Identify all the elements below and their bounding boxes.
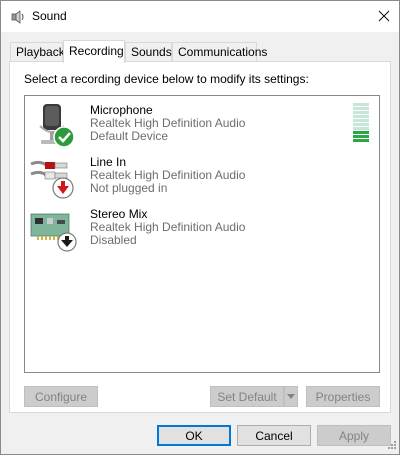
tab-communications[interactable]: Communications [172,42,267,61]
window-title: Sound [32,9,67,23]
level-meter-segment [353,131,369,134]
level-meter-segment [353,103,369,106]
device-list[interactable]: Microphone Realtek High Definition Audio… [24,95,380,373]
cancel-label: Cancel [255,428,293,443]
device-item-microphone[interactable]: Microphone Realtek High Definition Audio… [25,98,379,150]
device-name: Line In [90,155,127,169]
level-meter-segment [353,107,369,110]
configure-button[interactable]: Configure [24,386,98,407]
level-meter-segment [353,111,369,114]
speaker-icon [11,10,24,24]
recording-panel: Select a recording device below to modif… [9,61,391,413]
device-status: Disabled [90,233,137,247]
microphone-icon [39,104,75,148]
device-description: Realtek High Definition Audio [90,220,246,234]
level-meter-segment [353,135,369,138]
level-meter-segment [353,119,369,122]
resize-grip-icon[interactable] [385,440,397,452]
cancel-button[interactable]: Cancel [237,425,311,446]
default-check-icon [53,126,75,148]
device-item-line-in[interactable]: Line In Realtek High Definition Audio No… [25,150,379,202]
sound-dialog: Sound Playback Recording Sounds Communic… [0,0,400,455]
set-default-dropdown[interactable] [284,386,298,407]
close-button[interactable] [369,1,399,31]
apply-button[interactable]: Apply [317,425,391,446]
line-in-jack-icon [30,160,74,199]
level-meter-segment [353,123,369,126]
level-meter-segment [353,127,369,130]
set-default-button[interactable]: Set Default [210,386,284,407]
tab-playback[interactable]: Playback [10,42,65,61]
unplugged-arrow-icon [52,177,74,199]
level-meter [353,103,369,145]
chevron-down-icon [287,394,295,399]
tab-sounds[interactable]: Sounds [125,42,172,61]
ok-button[interactable]: OK [157,425,231,446]
device-status: Not plugged in [90,181,168,195]
device-item-stereo-mix[interactable]: Stereo Mix Realtek High Definition Audio… [25,202,379,254]
level-meter-segment [353,139,369,142]
level-meter-segment [353,115,369,118]
title-bar[interactable]: Sound [1,1,399,32]
set-default-label: Set Default [217,389,277,404]
device-name: Stereo Mix [90,207,148,221]
device-status: Default Device [90,129,169,143]
close-icon [378,10,390,22]
ok-label: OK [185,428,203,443]
device-name: Microphone [90,103,153,117]
device-description: Realtek High Definition Audio [90,116,246,130]
instruction-text: Select a recording device below to modif… [24,72,309,86]
disabled-arrow-icon [57,232,77,252]
apply-label: Apply [338,428,370,443]
properties-button[interactable]: Properties [306,386,380,407]
configure-label: Configure [34,389,88,404]
properties-label: Properties [315,389,371,404]
tab-recording[interactable]: Recording [63,40,125,63]
device-description: Realtek High Definition Audio [90,168,246,182]
sound-card-icon [30,213,77,252]
